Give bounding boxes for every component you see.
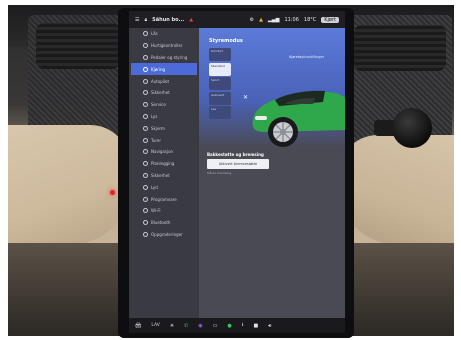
menu-item-icon xyxy=(143,31,148,37)
air-vent-right xyxy=(354,25,446,71)
menu-item-icon xyxy=(143,220,148,226)
menu-item-icon xyxy=(143,208,148,214)
steering-mode-option[interactable]: Standard xyxy=(209,62,231,76)
phone-mount-knob xyxy=(392,108,432,148)
camera-icon[interactable]: ▭ xyxy=(213,323,218,329)
steering-mode-option[interactable]: Sport xyxy=(209,77,231,90)
menu-item-label: Autopilot xyxy=(151,78,170,84)
outside-temp: 18°C xyxy=(303,16,317,23)
menu-item-label: Sikkerhet xyxy=(151,172,170,178)
fan-icon[interactable]: ✳ xyxy=(170,323,174,329)
menu-item[interactable]: Wi-Fi xyxy=(131,205,197,217)
menu-item[interactable]: Sikkerhet xyxy=(131,170,197,182)
alert-icon[interactable]: ▲ xyxy=(189,17,193,23)
square-icon[interactable]: ■ xyxy=(254,323,259,329)
clock: 11:06 xyxy=(284,16,299,23)
menu-item-label: Kjøring xyxy=(151,66,166,72)
menu-item[interactable]: Lyd xyxy=(131,181,197,193)
menu-item-icon xyxy=(143,90,148,96)
menu-item[interactable]: Hurtigkontroller xyxy=(131,40,197,52)
menu-item-label: Hurtigkontroller xyxy=(151,43,183,49)
menu-item[interactable]: Kjøring xyxy=(131,63,197,76)
menu-item[interactable]: Sikkerhet xyxy=(131,87,197,99)
touchscreen: ☰ 🔒︎ Sähun bo... ▲ ⚙ ▲ ▂▄▆ 11:06 18°C Kj… xyxy=(129,11,345,333)
menu-item-icon xyxy=(143,54,148,60)
apps-icon[interactable]: ◉ xyxy=(198,323,202,329)
menu-item-label: Lys xyxy=(151,113,158,119)
settings-icon[interactable]: ⚙ xyxy=(250,17,254,23)
menu-item-label: Turer xyxy=(151,137,162,143)
section-title: Styremodus xyxy=(209,38,243,44)
feature-note: Slå av bremsing xyxy=(207,171,232,175)
volume-icon[interactable]: 🔊︎ xyxy=(268,323,271,329)
menu-item-label: Lyd xyxy=(151,184,158,190)
menu-item-label: Navigasjon xyxy=(151,149,174,155)
leather-trim-right xyxy=(338,135,454,245)
steering-mode-option[interactable]: Komfort xyxy=(209,48,231,61)
leather-trim-left xyxy=(8,125,130,245)
menu-item[interactable]: Bluetooth xyxy=(131,217,197,229)
menu-item[interactable]: Pedaler og styring xyxy=(131,52,197,64)
bottom-dock: 🚘︎ LAV ✳ ✆ ◉ ▭ ● ⭳ ■ 🔊︎ xyxy=(129,318,345,333)
feature-title: Bakkestøtte og bremsing xyxy=(207,152,264,157)
menu-item-label: Skjerm xyxy=(151,125,165,131)
menu-item[interactable]: Oppgraderinger xyxy=(131,229,197,241)
warning-icon: ▲ xyxy=(259,16,263,23)
menu-item[interactable]: Lys xyxy=(131,111,197,123)
menu-item[interactable]: Skjerm xyxy=(131,122,197,134)
menu-item-icon xyxy=(143,125,148,131)
mode-pill[interactable]: Kjørt xyxy=(321,16,339,23)
hazard-led xyxy=(110,190,115,195)
phone-icon[interactable]: ✆ xyxy=(184,323,188,329)
menu-item-icon xyxy=(143,172,148,178)
menu-item-icon xyxy=(143,184,148,190)
menu-item-icon xyxy=(143,102,148,108)
spotify-icon[interactable]: ● xyxy=(227,323,231,329)
car-icon[interactable]: 🚘︎ xyxy=(135,323,141,329)
steering-mode-options: Komfort Standard Sport Avansert Lav xyxy=(209,48,231,121)
menu-item-icon xyxy=(143,161,148,167)
menu-item-label: Service xyxy=(151,102,166,108)
menu-item-label: Sikkerhet xyxy=(151,90,170,96)
car-image xyxy=(252,90,345,147)
status-bar: ☰ 🔒︎ Sähun bo... ▲ ⚙ ▲ ▂▄▆ 11:06 18°C Kj… xyxy=(129,11,345,28)
menu-item-icon xyxy=(143,78,148,84)
menu-item-label: Pedaler og styring xyxy=(151,54,188,60)
settings-content: Styremodus Kjøretøyinnstillinger Komfort… xyxy=(199,28,345,318)
menu-item-label: Wi-Fi xyxy=(151,208,161,214)
settings-menu: Lås Hurtigkontroller Pedaler og styring Kjø… xyxy=(131,28,197,318)
menu-item-icon xyxy=(143,113,148,119)
steering-mode-option[interactable]: Avansert xyxy=(209,91,231,105)
menu-item[interactable]: Turer xyxy=(131,134,197,146)
download-icon[interactable]: ⭳ xyxy=(242,322,244,330)
lock-icon[interactable]: 🔒︎ xyxy=(144,17,147,23)
menu-item[interactable]: Programvare xyxy=(131,193,197,205)
menu-item[interactable]: Navigasjon xyxy=(131,146,197,158)
climate-temp[interactable]: LAV xyxy=(151,323,159,328)
vehicle-settings-link[interactable]: Kjøretøyinnstillinger xyxy=(289,55,324,59)
menu-item[interactable]: Planlegging xyxy=(131,158,197,170)
menu-item-icon xyxy=(143,196,148,202)
menu-item[interactable]: Lås xyxy=(131,28,197,40)
menu-item-label: Oppgraderinger xyxy=(151,231,183,237)
menu-item-icon xyxy=(143,66,148,72)
menu-item-label: Bluetooth xyxy=(151,220,171,226)
menu-item[interactable]: Service xyxy=(131,99,197,111)
menu-item-icon xyxy=(143,149,148,155)
feature-button[interactable]: Aktivert bremsestøtte xyxy=(207,159,269,169)
menu-icon[interactable]: ☰ xyxy=(135,17,139,23)
menu-item-label: Programvare xyxy=(151,196,177,202)
air-vent-left xyxy=(36,23,120,69)
menu-item-icon xyxy=(143,231,148,237)
steering-mode-option[interactable]: Lav xyxy=(209,106,231,119)
lte-icon: ▂▄▆ xyxy=(267,16,280,23)
menu-item-icon xyxy=(143,43,148,49)
menu-item[interactable]: Autopilot xyxy=(131,75,197,87)
profile-name[interactable]: Sähun bo... xyxy=(152,17,184,23)
menu-item-label: Lås xyxy=(151,31,158,37)
menu-item-label: Planlegging xyxy=(151,161,175,167)
menu-item-icon xyxy=(143,137,148,143)
